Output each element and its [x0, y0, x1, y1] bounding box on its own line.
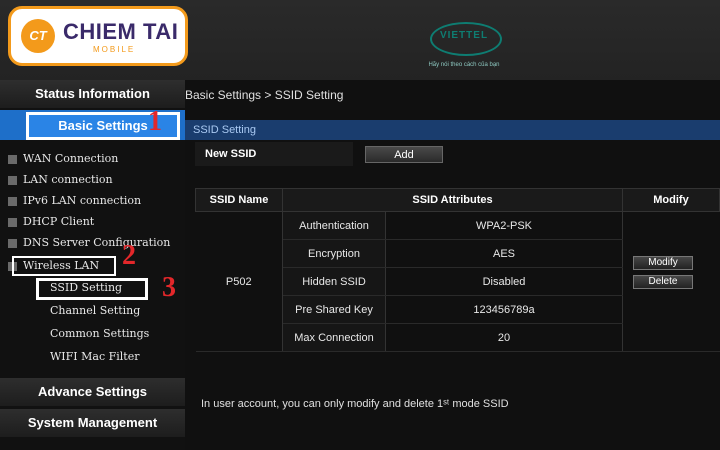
logo-initials: CT	[21, 19, 55, 53]
delete-button[interactable]: Delete	[633, 275, 693, 289]
table-header-row: SSID Name SSID Attributes Modify	[195, 188, 720, 212]
sidebar-item-label: WAN Connection	[23, 152, 119, 165]
checkbox-icon	[8, 175, 17, 185]
ssid-table: SSID Name SSID Attributes Modify P502 Au…	[195, 188, 720, 352]
breadcrumb: Basic Settings > SSID Setting	[185, 88, 344, 102]
sidebar-advance-settings[interactable]: Advance Settings	[0, 378, 185, 406]
checkbox-icon	[8, 154, 17, 164]
column-header-modify: Modify	[622, 188, 720, 212]
sidebar-item-common-settings[interactable]: Common Settings	[50, 327, 149, 340]
sidebar-item-wifi-mac-filter[interactable]: WIFI Mac Filter	[50, 350, 139, 363]
section-title: SSID Setting	[193, 124, 256, 136]
sidebar-item-ssid-setting[interactable]: SSID Setting	[50, 281, 122, 294]
brand-name: VIETTEL	[439, 30, 489, 41]
account-note: In user account, you can only modify and…	[201, 398, 509, 410]
brand-tagline: Hãy nói theo cách của bạn	[428, 62, 500, 68]
column-header-ssid-name: SSID Name	[195, 188, 283, 212]
attr-name-max-connection: Max Connection	[282, 323, 386, 352]
sidebar-item-ipv6-lan-connection[interactable]: IPv6 LAN connection	[8, 192, 141, 210]
main-content: Basic Settings > SSID Setting SSID Setti…	[185, 80, 720, 450]
attr-name-hidden-ssid: Hidden SSID	[282, 267, 386, 296]
step-number-2: 2	[122, 240, 136, 271]
chiem-tai-logo: CT CHIEM TAI MOBILE	[8, 6, 188, 66]
attr-value-max-connection: 20	[385, 323, 623, 352]
sidebar-status-information[interactable]: Status Information	[0, 80, 185, 108]
attr-name-authentication: Authentication	[282, 211, 386, 240]
attr-name-encryption: Encryption	[282, 239, 386, 268]
section-bar	[185, 120, 720, 140]
ssid-name-cell: P502	[195, 211, 283, 352]
header: CT CHIEM TAI MOBILE VIETTEL Hãy nói theo…	[0, 0, 720, 80]
sidebar-item-wan-connection[interactable]: WAN Connection	[8, 150, 118, 168]
new-ssid-label: New SSID	[195, 142, 353, 166]
sidebar-item-label: DNS Server Configuration	[23, 236, 171, 249]
attr-value-hidden-ssid: Disabled	[385, 267, 623, 296]
table-row: P502 Authentication WPA2-PSK	[195, 211, 720, 352]
sidebar-item-lan-connection[interactable]: LAN connection	[8, 171, 113, 189]
attr-value-pre-shared-key: 123456789a	[385, 295, 623, 324]
attr-value-authentication: WPA2-PSK	[385, 211, 623, 240]
modify-button[interactable]: Modify	[633, 256, 693, 270]
step-number-1: 1	[148, 106, 162, 137]
sidebar-item-dns-server-configuration[interactable]: DNS Server Configuration	[8, 234, 170, 252]
checkbox-icon	[8, 217, 17, 227]
sidebar-item-label: LAN connection	[23, 173, 113, 186]
step-number-3: 3	[162, 272, 176, 303]
checkbox-icon	[8, 238, 17, 248]
add-button[interactable]: Add	[365, 146, 443, 163]
column-header-ssid-attributes: SSID Attributes	[282, 188, 623, 212]
viettel-logo: VIETTEL Hãy nói theo cách của bạn	[420, 14, 508, 76]
sidebar: Status Information Basic Settings 1 WAN …	[0, 80, 185, 450]
attr-name-pre-shared-key: Pre Shared Key	[282, 295, 386, 324]
sidebar-item-dhcp-client[interactable]: DHCP Client	[8, 213, 94, 231]
sidebar-item-label: DHCP Client	[23, 215, 95, 228]
sidebar-item-channel-setting[interactable]: Channel Setting	[50, 304, 140, 317]
attr-value-encryption: AES	[385, 239, 623, 268]
wireless-lan-highlight	[12, 256, 116, 276]
logo-name: CHIEM TAI	[63, 19, 179, 44]
sidebar-item-label: IPv6 LAN connection	[23, 194, 142, 207]
checkbox-icon	[8, 196, 17, 206]
logo-sub: MOBILE	[93, 45, 136, 54]
sidebar-system-management[interactable]: System Management	[0, 409, 185, 437]
